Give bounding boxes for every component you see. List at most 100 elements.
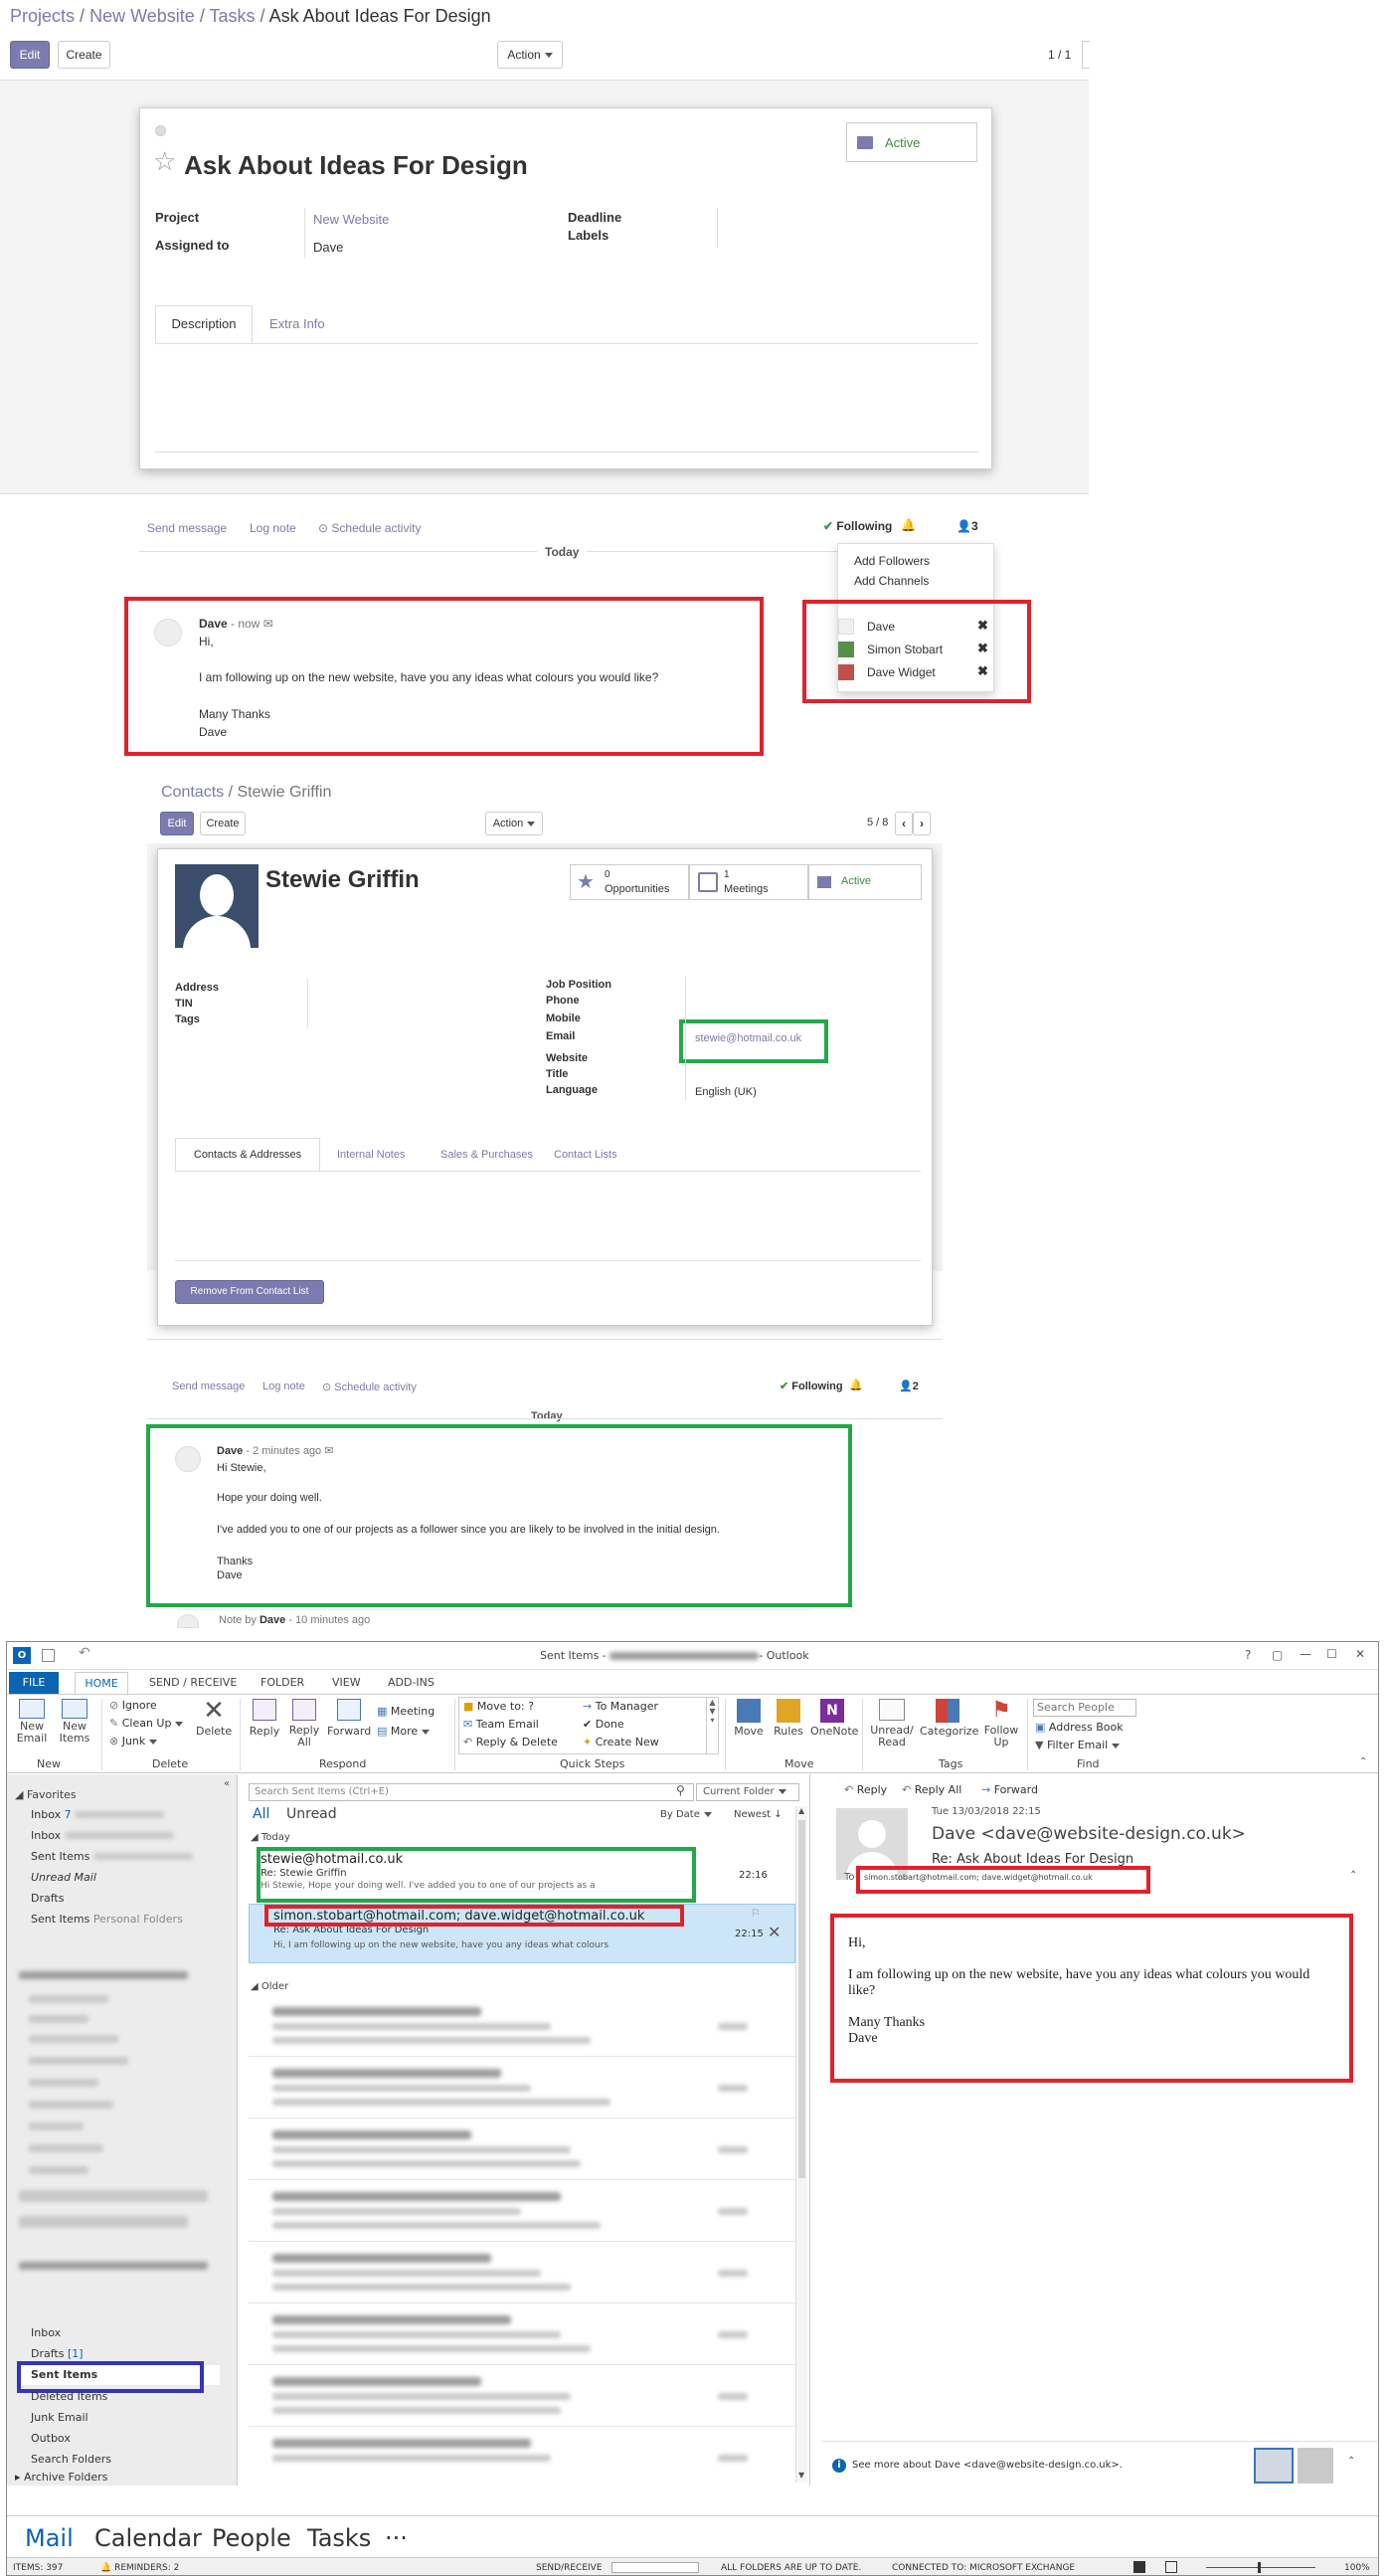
assigned-value[interactable]: Dave — [313, 240, 343, 255]
folder-drafts[interactable]: Drafts — [31, 1892, 64, 1905]
quick-step-move-to[interactable]: ■ Move to: ? — [463, 1700, 534, 1713]
following-button[interactable]: ✔ Following — [780, 1380, 843, 1392]
folder-unread-mail[interactable]: Unread Mail — [31, 1871, 96, 1884]
undo-icon[interactable]: ↶ — [79, 1645, 90, 1661]
folder-sent-items[interactable]: Sent Items — [31, 1850, 193, 1863]
reading-reply-all-button[interactable]: ↶ Reply All — [902, 1783, 961, 1796]
action-dropdown[interactable]: Action — [497, 41, 563, 69]
folder-outbox[interactable]: Outbox — [31, 2432, 71, 2445]
folder-inbox[interactable]: Inbox — [31, 2326, 61, 2339]
new-email-button[interactable]: New Email — [15, 1697, 49, 1745]
group-header-today[interactable]: ◢ Today — [251, 1832, 290, 1843]
followers-button[interactable]: 👤2 — [899, 1380, 919, 1392]
folder-deleted-items[interactable]: Deleted Items — [31, 2390, 107, 2403]
tab-add-ins[interactable]: ADD-INS — [388, 1676, 435, 1689]
folder-sent-items[interactable]: Sent Items Personal Folders — [31, 1913, 183, 1926]
list-scrollbar[interactable]: ▲ ▼ — [795, 1806, 807, 2483]
zoom-thumb[interactable] — [1258, 2562, 1261, 2573]
close-button[interactable]: ✕ — [1355, 1647, 1365, 1661]
search-icon[interactable]: ⚲ — [676, 1783, 685, 1797]
log-note-link[interactable]: Log note — [250, 521, 296, 535]
list-item[interactable] — [249, 2120, 795, 2180]
followers-button[interactable]: 👤3 — [957, 519, 978, 533]
nav-calendar[interactable]: Calendar — [94, 2524, 202, 2552]
ribbon-display-button[interactable]: ▢ — [1272, 1648, 1283, 1662]
status-reminders[interactable]: 🔔 REMINDERS: 2 — [100, 2563, 179, 2573]
schedule-activity-link[interactable]: ⊙ Schedule activity — [322, 1380, 417, 1393]
breadcrumb-contacts[interactable]: Contacts — [161, 784, 224, 801]
folder-junk-email[interactable]: Junk Email — [31, 2411, 88, 2424]
delete-x-icon[interactable]: ✕ — [768, 1923, 781, 1941]
help-button[interactable]: ? — [1245, 1648, 1251, 1662]
search-people-input[interactable]: Search People — [1033, 1699, 1136, 1717]
scroll-down-icon[interactable]: ▼ — [798, 2471, 804, 2480]
follower-row[interactable]: Dave ✖ — [838, 617, 993, 637]
log-note-link[interactable]: Log note — [262, 1380, 305, 1392]
remove-follower-icon[interactable]: ✖ — [977, 618, 988, 634]
flag-icon[interactable]: ⚐ — [751, 1907, 761, 1920]
priority-star-icon[interactable]: ☆ — [153, 146, 176, 177]
filter-email-button[interactable]: ▼ Filter Email — [1035, 1739, 1121, 1751]
tab-sales-purchases[interactable]: Sales & Purchases — [440, 1149, 533, 1161]
minimize-button[interactable]: — — [1300, 1647, 1311, 1661]
email-value[interactable]: stewie@hotmail.co.uk — [695, 1032, 801, 1044]
expand-people-pane-icon[interactable]: ⌃ — [1347, 2456, 1355, 2467]
reply-button[interactable]: Reply — [248, 1697, 281, 1738]
active-smart-button[interactable]: Active — [846, 122, 977, 162]
collapse-header-icon[interactable]: ⌃ — [1349, 1870, 1357, 1881]
send-message-link[interactable]: Send message — [172, 1380, 245, 1392]
archive-folders[interactable]: ▸ Archive Folders — [15, 2471, 107, 2484]
tab-file[interactable]: FILE — [9, 1672, 59, 1694]
create-button[interactable]: Create — [58, 41, 110, 69]
tab-description[interactable]: Description — [155, 305, 253, 343]
tab-contact-lists[interactable]: Contact Lists — [554, 1149, 617, 1161]
quick-step-done[interactable]: ✔ Done — [583, 1718, 624, 1731]
tab-folder[interactable]: FOLDER — [261, 1676, 304, 1689]
nav-mail[interactable]: Mail — [25, 2524, 74, 2552]
language-value[interactable]: English (UK) — [695, 1086, 757, 1098]
pager-next[interactable] — [1082, 41, 1090, 69]
pager-prev-button[interactable]: ‹ — [895, 812, 913, 835]
list-item[interactable] — [249, 2059, 795, 2118]
breadcrumb-project[interactable]: New Website — [89, 6, 195, 26]
folder-search-folders[interactable]: Search Folders — [31, 2453, 111, 2466]
remove-follower-icon[interactable]: ✖ — [977, 663, 988, 679]
gallery-scroll[interactable]: ▲ ▼ ▾ — [706, 1698, 718, 1753]
send-message-link[interactable]: Send message — [147, 521, 227, 535]
tab-send-receive[interactable]: SEND / RECEIVE — [149, 1676, 237, 1689]
filter-all[interactable]: All — [253, 1806, 269, 1822]
maximize-button[interactable]: ☐ — [1326, 1647, 1337, 1661]
list-item[interactable] — [249, 2305, 795, 2365]
quick-step-to-manager[interactable]: → To Manager — [583, 1700, 658, 1713]
folder-inbox[interactable]: Inbox 7 — [31, 1808, 165, 1821]
group-header-older[interactable]: ◢ Older — [251, 1981, 288, 1992]
nav-tasks[interactable]: Tasks — [307, 2524, 371, 2552]
zoom-slider[interactable] — [1206, 2567, 1315, 2568]
edit-button[interactable]: Edit — [160, 812, 194, 835]
list-item[interactable] — [249, 1997, 795, 2057]
junk-button[interactable]: ⊗ Junk — [109, 1735, 158, 1748]
favorites-header[interactable]: ◢ Favorites — [15, 1788, 77, 1801]
breadcrumb-projects[interactable]: Projects — [10, 6, 75, 26]
save-icon[interactable] — [42, 1649, 55, 1662]
filter-unread[interactable]: Unread — [286, 1806, 337, 1822]
tab-extra-info[interactable]: Extra Info — [269, 316, 325, 331]
onenote-button[interactable]: N OneNote — [810, 1697, 858, 1738]
sort-order[interactable]: Newest ↓ — [734, 1809, 783, 1820]
schedule-activity-link[interactable]: ⊙ Schedule activity — [318, 521, 421, 535]
bell-icon[interactable]: 🔔 — [901, 518, 916, 532]
categorize-button[interactable]: Categorize — [920, 1697, 978, 1738]
collapse-folder-pane-icon[interactable]: « — [224, 1778, 230, 1789]
meeting-button[interactable]: ▦ Meeting — [377, 1705, 435, 1718]
ignore-button[interactable]: ⊘ Ignore — [109, 1699, 157, 1712]
list-item[interactable] — [249, 2182, 795, 2242]
active-smart-button[interactable]: Active — [808, 864, 922, 900]
action-dropdown[interactable]: Action — [485, 812, 543, 835]
reading-forward-button[interactable]: → Forward — [981, 1783, 1038, 1796]
pager-next-button[interactable]: › — [913, 812, 931, 835]
collapse-ribbon-icon[interactable]: ⌃ — [1359, 1756, 1367, 1767]
remove-follower-icon[interactable]: ✖ — [977, 641, 988, 656]
list-item[interactable] — [249, 2429, 795, 2483]
create-button[interactable]: Create — [200, 812, 246, 835]
current-folder-dropdown[interactable]: Current Folder — [696, 1783, 799, 1801]
